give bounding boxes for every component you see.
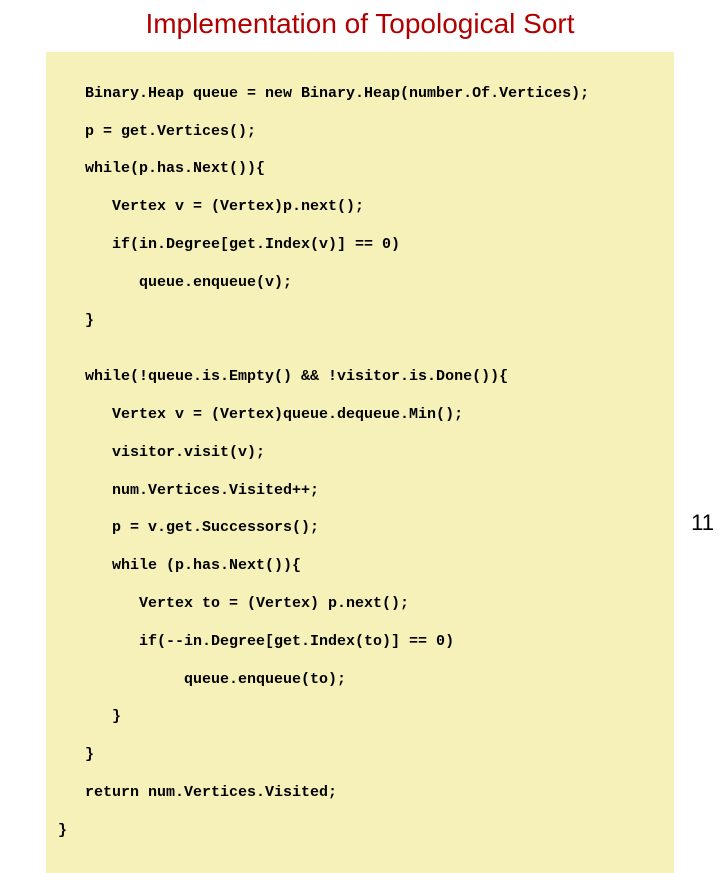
code-line: if(--in.Degree[get.Index(to)] == 0) [58,633,662,652]
code-line: p = get.Vertices(); [58,123,662,142]
code-line: while(!queue.is.Empty() && !visitor.is.D… [58,368,662,387]
page-number: 11 [691,510,714,536]
code-line: if(in.Degree[get.Index(v)] == 0) [58,236,662,255]
code-line: Vertex v = (Vertex)p.next(); [58,198,662,217]
code-line: queue.enqueue(v); [58,274,662,293]
code-line: } [58,822,662,841]
page-title: Implementation of Topological Sort [0,0,720,52]
code-line: } [58,708,662,727]
code-block: Binary.Heap queue = new Binary.Heap(numb… [46,52,674,873]
code-line: queue.enqueue(to); [58,671,662,690]
code-line: while (p.has.Next()){ [58,557,662,576]
code-line: return num.Vertices.Visited; [58,784,662,803]
code-line: Vertex v = (Vertex)queue.dequeue.Min(); [58,406,662,425]
code-line: } [58,312,662,331]
code-line: Vertex to = (Vertex) p.next(); [58,595,662,614]
code-line: num.Vertices.Visited++; [58,482,662,501]
code-line: Binary.Heap queue = new Binary.Heap(numb… [58,85,662,104]
code-line: visitor.visit(v); [58,444,662,463]
code-line: p = v.get.Successors(); [58,519,662,538]
code-line: while(p.has.Next()){ [58,160,662,179]
code-line: } [58,746,662,765]
